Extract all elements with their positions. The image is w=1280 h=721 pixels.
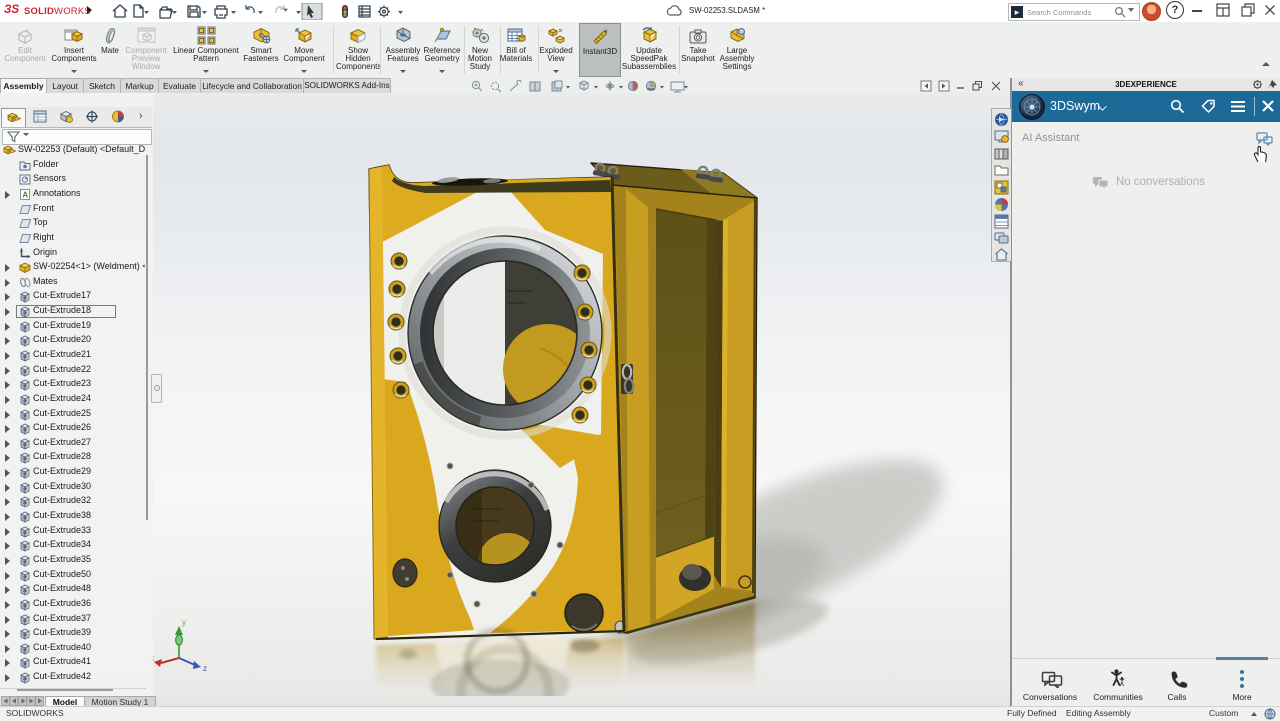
- svg-text:A: A: [22, 190, 28, 199]
- svg-text:y: y: [182, 618, 186, 627]
- svg-text:z: z: [203, 664, 207, 673]
